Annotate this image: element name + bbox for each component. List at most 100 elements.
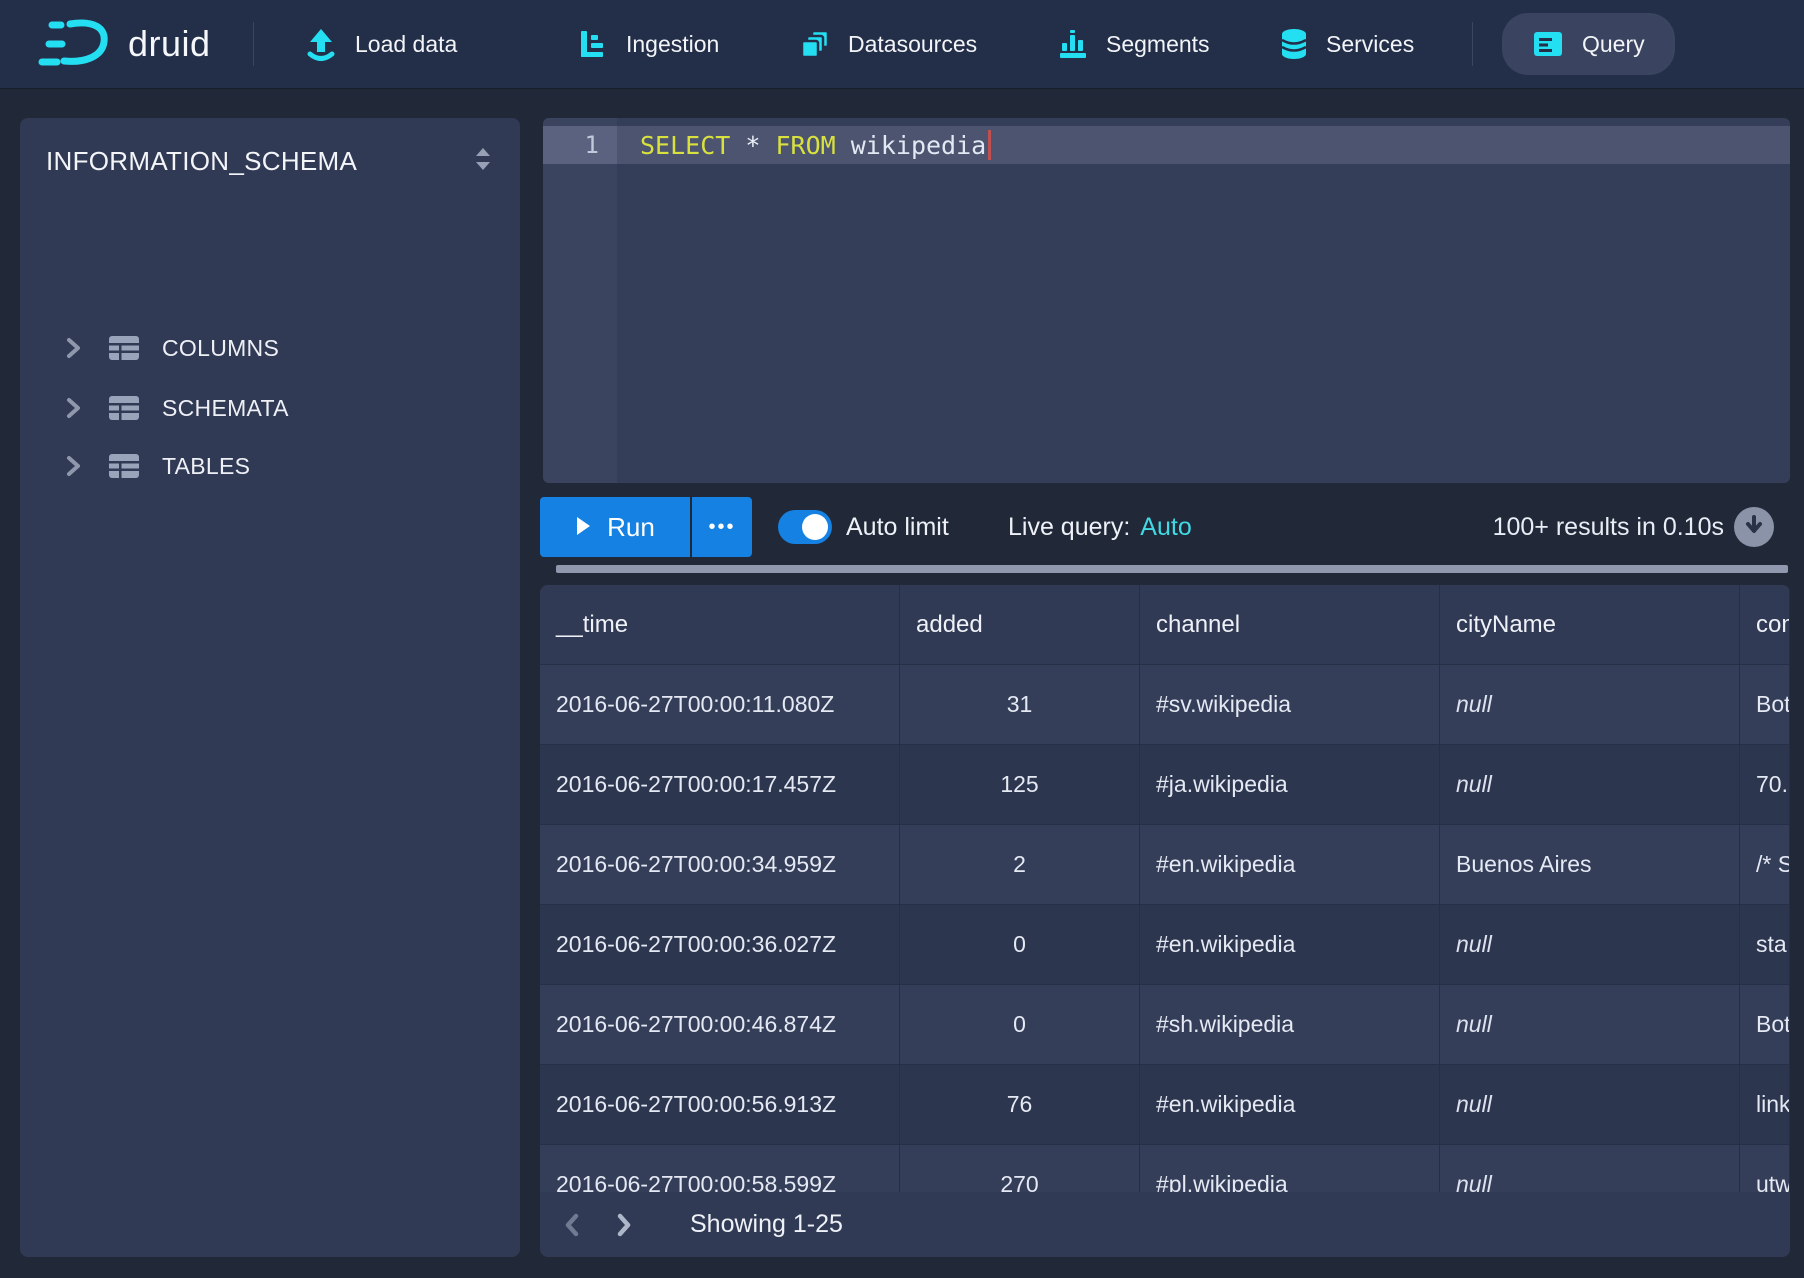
sql-editor[interactable]: 1 SELECT * FROM wikipedia <box>543 118 1790 483</box>
cell-__time[interactable]: 2016-06-27T00:00:11.080Z <box>540 665 900 744</box>
table-row: 2016-06-27T00:00:56.913Z76#en.wikipedian… <box>540 1065 1790 1145</box>
editor-gutter <box>543 118 617 483</box>
column-header-added[interactable]: added <box>900 585 1140 664</box>
nav-item-label: Ingestion <box>626 31 719 58</box>
nav-item-segments[interactable]: Segments <box>1058 0 1210 88</box>
cell-cityName[interactable]: null <box>1440 1065 1740 1144</box>
cell-comment[interactable]: /* S <box>1740 825 1790 904</box>
cell-added[interactable]: 31 <box>900 665 1140 744</box>
column-header-cityName[interactable]: cityName <box>1440 585 1740 664</box>
schema-sidebar: INFORMATION_SCHEMA COLUMNS <box>20 118 520 1257</box>
cell-added[interactable]: 76 <box>900 1065 1140 1144</box>
query-icon <box>1532 29 1564 59</box>
cell-added[interactable]: 0 <box>900 905 1140 984</box>
toggle-knob <box>802 514 828 540</box>
sidebar-item-tables[interactable]: TABLES <box>20 439 520 493</box>
sidebar-item-label: TABLES <box>162 453 250 480</box>
chevron-right-icon[interactable] <box>62 336 84 360</box>
results-body: 2016-06-27T00:00:11.080Z31#sv.wikipedian… <box>540 665 1790 1225</box>
nav-item-label: Datasources <box>848 31 977 58</box>
table-row: 2016-06-27T00:00:46.874Z0#sh.wikipedianu… <box>540 985 1790 1065</box>
pagination-status: Showing 1-25 <box>690 1210 843 1239</box>
column-header-__time[interactable]: __time <box>540 585 900 664</box>
editor-line-number: 1 <box>543 126 617 164</box>
cell-channel[interactable]: #en.wikipedia <box>1140 905 1440 984</box>
cell-comment[interactable]: link <box>1740 1065 1790 1144</box>
horizontal-scrollbar[interactable] <box>556 565 1788 573</box>
chevron-right-icon[interactable] <box>62 396 84 420</box>
sql-identifier: wikipedia <box>836 131 987 160</box>
cell-cityName[interactable]: null <box>1440 745 1740 824</box>
cell-channel[interactable]: #sh.wikipedia <box>1140 985 1440 1064</box>
nav-item-datasources[interactable]: Datasources <box>800 0 977 88</box>
text-cursor <box>988 130 991 160</box>
next-page-button[interactable] <box>604 1202 644 1248</box>
ingestion-icon <box>578 29 608 59</box>
nav-item-query[interactable]: Query <box>1502 13 1675 75</box>
cell-channel[interactable]: #en.wikipedia <box>1140 825 1440 904</box>
services-icon <box>1280 28 1308 60</box>
cell-cityName[interactable]: Buenos Aires <box>1440 825 1740 904</box>
run-button-label: Run <box>607 512 655 543</box>
pagination-bar: Showing 1-25 <box>540 1192 1790 1257</box>
nav-item-ingestion[interactable]: Ingestion <box>578 0 719 88</box>
auto-limit-toggle[interactable] <box>778 510 832 544</box>
table-row: 2016-06-27T00:00:34.959Z2#en.wikipediaBu… <box>540 825 1790 905</box>
cell-comment[interactable]: sta <box>1740 905 1790 984</box>
live-query-value[interactable]: Auto <box>1140 513 1191 542</box>
schema-title: INFORMATION_SCHEMA <box>46 146 357 177</box>
prev-page-button[interactable] <box>552 1202 592 1248</box>
column-header-comment[interactable]: comment <box>1740 585 1790 664</box>
cell-__time[interactable]: 2016-06-27T00:00:46.874Z <box>540 985 900 1064</box>
druid-logo[interactable]: druid <box>36 12 211 77</box>
druid-logo-text: druid <box>128 23 211 65</box>
cell-__time[interactable]: 2016-06-27T00:00:34.959Z <box>540 825 900 904</box>
ellipsis-icon: ••• <box>708 516 735 539</box>
table-row: 2016-06-27T00:00:11.080Z31#sv.wikipedian… <box>540 665 1790 745</box>
table-icon <box>108 335 140 361</box>
live-query-control[interactable]: Live query: Auto <box>1008 497 1192 557</box>
nav-item-services[interactable]: Services <box>1280 0 1414 88</box>
double-caret-icon <box>470 144 496 179</box>
results-panel: __timeaddedchannelcityNamecomment 2016-0… <box>540 585 1790 1257</box>
table-icon <box>108 395 140 421</box>
top-navbar: druid Load data Inge <box>0 0 1804 88</box>
cell-channel[interactable]: #en.wikipedia <box>1140 1065 1440 1144</box>
sidebar-item-schemata[interactable]: SCHEMATA <box>20 381 520 435</box>
query-toolbar: Run ••• Auto limit Live query: Auto 100+… <box>540 497 1790 557</box>
sql-query-text[interactable]: SELECT * FROM wikipedia <box>640 126 991 164</box>
cell-added[interactable]: 125 <box>900 745 1140 824</box>
cell-__time[interactable]: 2016-06-27T00:00:36.027Z <box>540 905 900 984</box>
run-more-button[interactable]: ••• <box>692 497 752 557</box>
cell-comment[interactable]: Bot <box>1740 665 1790 744</box>
sql-keyword: FROM <box>775 131 835 160</box>
cell-cityName[interactable]: null <box>1440 665 1740 744</box>
navbar-separator <box>253 22 254 66</box>
cell-comment[interactable]: 70. <box>1740 745 1790 824</box>
nav-item-label: Load data <box>355 31 457 58</box>
sidebar-item-columns[interactable]: COLUMNS <box>20 321 520 375</box>
nav-item-load-data[interactable]: Load data <box>305 0 457 88</box>
download-button[interactable] <box>1734 507 1774 547</box>
datasources-icon <box>800 29 830 59</box>
druid-logo-icon <box>36 12 114 77</box>
results-header-row: __timeaddedchannelcityNamecomment <box>540 585 1790 665</box>
cell-channel[interactable]: #ja.wikipedia <box>1140 745 1440 824</box>
run-button[interactable]: Run <box>540 497 690 557</box>
cell-cityName[interactable]: null <box>1440 985 1740 1064</box>
cell-cityName[interactable]: null <box>1440 905 1740 984</box>
upload-icon <box>305 27 337 61</box>
sidebar-item-label: SCHEMATA <box>162 395 289 422</box>
column-header-channel[interactable]: channel <box>1140 585 1440 664</box>
cell-added[interactable]: 0 <box>900 985 1140 1064</box>
sql-keyword: SELECT <box>640 131 730 160</box>
cell-channel[interactable]: #sv.wikipedia <box>1140 665 1440 744</box>
chevron-right-icon[interactable] <box>62 454 84 478</box>
cell-comment[interactable]: Bot <box>1740 985 1790 1064</box>
sidebar-item-label: COLUMNS <box>162 335 279 362</box>
cell-__time[interactable]: 2016-06-27T00:00:17.457Z <box>540 745 900 824</box>
cell-__time[interactable]: 2016-06-27T00:00:56.913Z <box>540 1065 900 1144</box>
schema-selector[interactable]: INFORMATION_SCHEMA <box>20 118 520 189</box>
cell-added[interactable]: 2 <box>900 825 1140 904</box>
table-icon <box>108 453 140 479</box>
